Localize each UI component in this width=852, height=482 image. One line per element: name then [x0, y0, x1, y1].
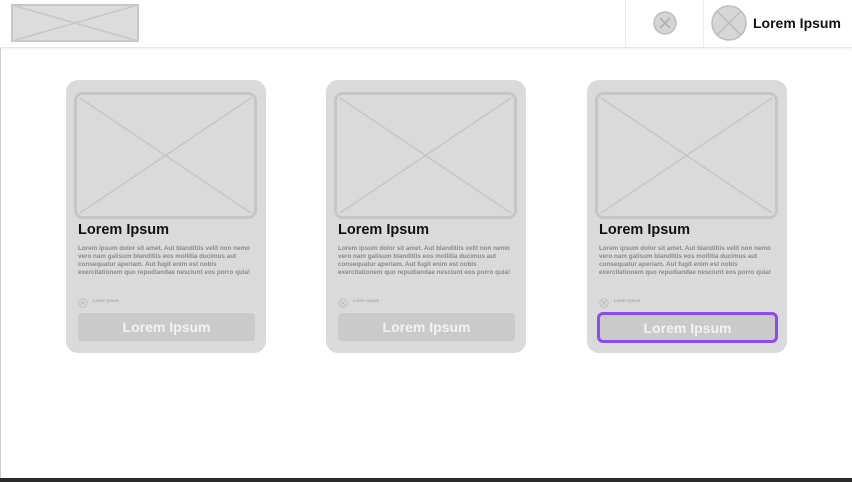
card-description: Lorem ipsum dolor sit amet. Aut blanditi… — [338, 245, 511, 276]
avatar-placeholder-icon[interactable] — [711, 5, 747, 41]
image-placeholder-icon — [74, 92, 257, 219]
user-name: Lorem Ipsum — [753, 15, 841, 31]
card-meta: Lorem Ipsum — [78, 295, 120, 308]
card-action-button[interactable]: Lorem Ipsum — [78, 313, 255, 341]
header-divider — [703, 0, 704, 47]
close-circle-icon — [78, 295, 88, 308]
bottom-edge — [0, 478, 852, 482]
content-border — [0, 48, 1, 478]
close-circle-icon — [338, 295, 348, 308]
top-bar: Lorem Ipsum — [0, 0, 852, 48]
card: Lorem Ipsum Lorem ipsum dolor sit amet. … — [66, 80, 266, 353]
card-meta-label: Lorem Ipsum — [353, 297, 380, 303]
card: Lorem Ipsum Lorem ipsum dolor sit amet. … — [587, 80, 787, 353]
close-circle-icon[interactable] — [653, 11, 677, 35]
image-placeholder-icon — [334, 92, 517, 219]
image-placeholder-icon — [595, 92, 778, 219]
card-meta: Lorem Ipsum — [599, 295, 641, 308]
card-meta: Lorem Ipsum — [338, 295, 380, 308]
card-action-button[interactable]: Lorem Ipsum — [597, 312, 778, 343]
card-title: Lorem Ipsum — [338, 222, 430, 238]
card-meta-label: Lorem Ipsum — [614, 297, 641, 303]
card: Lorem Ipsum Lorem ipsum dolor sit amet. … — [326, 80, 526, 353]
header-divider — [625, 0, 626, 47]
card-title: Lorem Ipsum — [78, 222, 170, 238]
image-placeholder-icon[interactable] — [11, 4, 139, 42]
card-title: Lorem Ipsum — [599, 222, 691, 238]
card-description: Lorem ipsum dolor sit amet. Aut blanditi… — [599, 245, 772, 276]
user-menu[interactable]: Lorem Ipsum — [711, 5, 841, 41]
card-meta-label: Lorem Ipsum — [93, 297, 120, 303]
close-circle-icon — [599, 295, 609, 308]
card-description: Lorem ipsum dolor sit amet. Aut blanditi… — [78, 245, 251, 276]
card-action-button[interactable]: Lorem Ipsum — [338, 313, 515, 341]
